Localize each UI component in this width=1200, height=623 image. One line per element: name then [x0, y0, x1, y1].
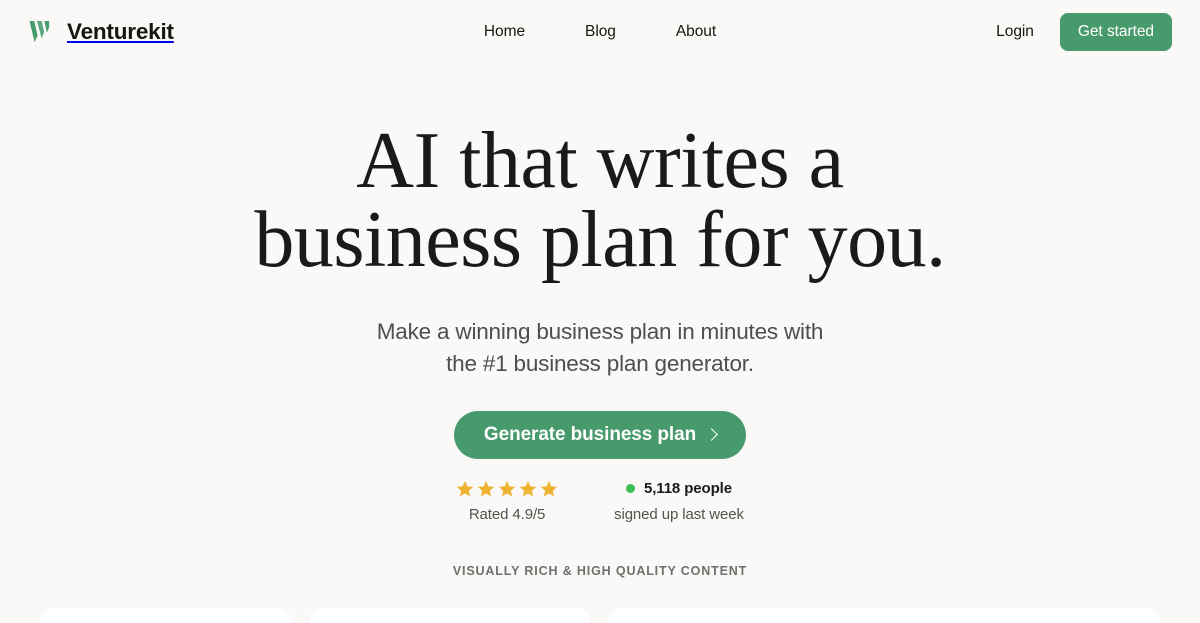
subtitle-line-1: Make a winning business plan in minutes …	[376, 318, 824, 344]
star-icon	[456, 480, 474, 497]
rating-block: Rated 4.9/5	[456, 480, 558, 523]
signup-count: 5,118 people	[643, 480, 732, 498]
content-cards-row	[0, 608, 1200, 623]
star-icon	[477, 480, 495, 497]
nav-link-about[interactable]: About	[676, 23, 716, 41]
social-proof: Rated 4.9/5 5,118 people signed up last …	[0, 480, 1200, 523]
content-card-1[interactable]	[40, 608, 292, 623]
rating-text: Rated 4.9/5	[468, 505, 546, 523]
get-started-button[interactable]: Get started	[1059, 13, 1172, 51]
cta-label: Generate business plan	[483, 423, 697, 445]
star-rating	[456, 480, 558, 498]
content-card-3[interactable]	[608, 608, 1160, 623]
hero-section: AI that writes a business plan for you. …	[0, 64, 1200, 523]
headline-line-2: business plan for you.	[254, 196, 946, 285]
nav-link-home[interactable]: Home	[484, 23, 525, 41]
site-header: Venturekit Home Blog About Login Get sta…	[0, 0, 1200, 64]
signup-count-row: 5,118 people	[625, 480, 732, 498]
brand-logo[interactable]: Venturekit	[28, 19, 174, 45]
nav-link-blog[interactable]: Blog	[585, 23, 616, 41]
cta-container: Generate business plan	[0, 410, 1200, 459]
status-dot-icon	[625, 484, 635, 494]
signup-subtext: signed up last week	[614, 505, 744, 523]
header-actions: Login Get started	[996, 13, 1172, 51]
login-link[interactable]: Login	[996, 23, 1034, 41]
section-label: VISUALLY RICH & HIGH QUALITY CONTENT	[452, 564, 748, 578]
hero-subtitle: Make a winning business plan in minutes …	[0, 316, 1200, 380]
subtitle-line-2: the #1 business plan generator.	[446, 350, 754, 376]
chevron-right-icon	[705, 428, 718, 442]
brand-name: Venturekit	[67, 19, 174, 44]
landing-page: Venturekit Home Blog About Login Get sta…	[0, 0, 1200, 623]
star-icon	[498, 480, 516, 497]
generate-business-plan-button[interactable]: Generate business plan	[453, 410, 747, 459]
page-title: AI that writes a business plan for you.	[0, 117, 1200, 285]
signup-block: 5,118 people signed up last week	[614, 480, 744, 523]
venturekit-chevron-logo-icon	[29, 21, 50, 43]
star-icon	[519, 480, 537, 497]
star-icon	[540, 480, 558, 497]
content-card-2[interactable]	[309, 608, 591, 623]
headline-line-1: AI that writes a	[356, 117, 844, 205]
